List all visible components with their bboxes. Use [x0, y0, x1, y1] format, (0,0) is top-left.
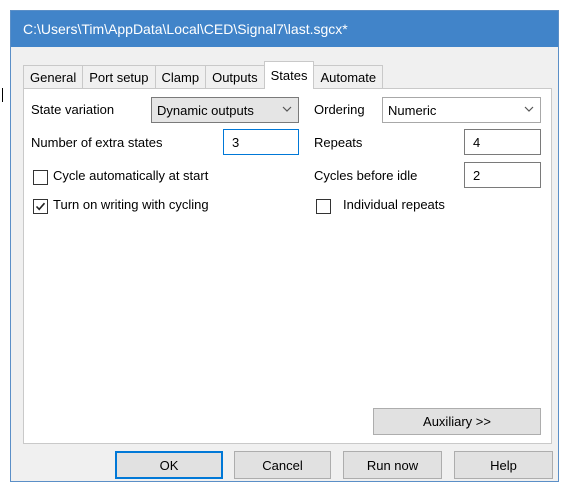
auxiliary-label: Auxiliary >>: [423, 414, 491, 429]
tab-clamp[interactable]: Clamp: [154, 65, 207, 88]
help-label: Help: [490, 457, 517, 473]
extra-states-input[interactable]: 3: [223, 129, 299, 155]
tab-automate[interactable]: Automate: [313, 65, 384, 88]
checkmark-icon: [35, 202, 46, 211]
run-now-label: Run now: [366, 457, 419, 473]
chevron-down-icon: [524, 106, 534, 112]
writing-label: Turn on writing with cycling: [53, 197, 209, 212]
auxiliary-button[interactable]: Auxiliary >>: [373, 408, 541, 435]
individual-repeats-checkbox[interactable]: [316, 199, 331, 214]
cycles-idle-label: Cycles before idle: [314, 168, 418, 183]
text-cursor: [2, 88, 3, 102]
ok-button[interactable]: OK: [115, 451, 223, 479]
extra-states-value: 3: [232, 134, 240, 150]
tab-label: States: [270, 68, 308, 83]
tab-label: Clamp: [161, 69, 200, 85]
repeats-value: 4: [473, 134, 481, 150]
ordering-value: Numeric: [388, 102, 437, 118]
dialog-window: C:\Users\Tim\AppData\Local\CED\Signal7\l…: [10, 10, 559, 482]
ok-label: OK: [159, 457, 179, 473]
tab-label: Port setup: [89, 69, 149, 85]
tab-label: Automate: [320, 69, 377, 85]
cancel-label: Cancel: [262, 457, 303, 473]
state-variation-value: Dynamic outputs: [157, 102, 254, 118]
state-variation-select[interactable]: Dynamic outputs: [151, 97, 299, 123]
cancel-button[interactable]: Cancel: [234, 451, 331, 479]
chevron-down-icon: [282, 106, 292, 112]
writing-checkbox[interactable]: [33, 199, 48, 214]
ordering-label: Ordering: [314, 102, 365, 117]
extra-states-label: Number of extra states: [31, 135, 163, 150]
tab-strip: General Port setup Clamp Outputs States …: [23, 60, 384, 89]
tab-label: General: [30, 69, 77, 85]
cycle-auto-label: Cycle automatically at start: [53, 168, 209, 183]
cycles-idle-input[interactable]: 2: [464, 162, 541, 188]
tab-port-setup[interactable]: Port setup: [82, 65, 156, 88]
individual-repeats-label: Individual repeats: [343, 197, 445, 212]
title-bar[interactable]: C:\Users\Tim\AppData\Local\CED\Signal7\l…: [11, 11, 558, 47]
cycles-idle-value: 2: [473, 167, 481, 183]
window-title: C:\Users\Tim\AppData\Local\CED\Signal7\l…: [23, 21, 348, 37]
tab-states[interactable]: States: [263, 61, 315, 89]
states-panel: State variation Dynamic outputs Ordering…: [23, 88, 552, 444]
cycle-auto-checkbox[interactable]: [33, 170, 48, 185]
run-now-button[interactable]: Run now: [343, 451, 442, 479]
state-variation-label: State variation: [31, 102, 115, 117]
tab-label: Outputs: [212, 69, 258, 85]
ordering-select[interactable]: Numeric: [382, 97, 541, 123]
help-button[interactable]: Help: [454, 451, 553, 479]
repeats-label: Repeats: [314, 135, 363, 150]
repeats-input[interactable]: 4: [464, 129, 541, 155]
tab-outputs[interactable]: Outputs: [205, 65, 265, 88]
tab-general[interactable]: General: [23, 65, 84, 88]
